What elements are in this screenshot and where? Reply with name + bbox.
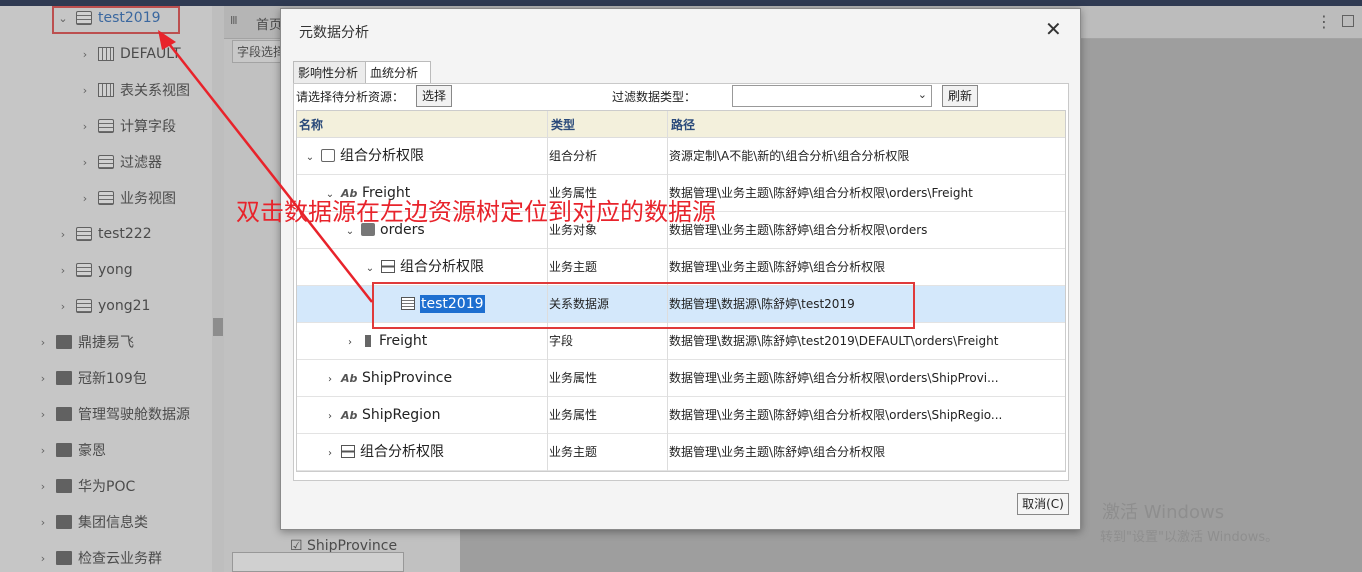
annotation-arrow — [158, 30, 373, 303]
annotation-text: 双击数据源在左边资源树定位到对应的数据源 — [236, 198, 716, 226]
